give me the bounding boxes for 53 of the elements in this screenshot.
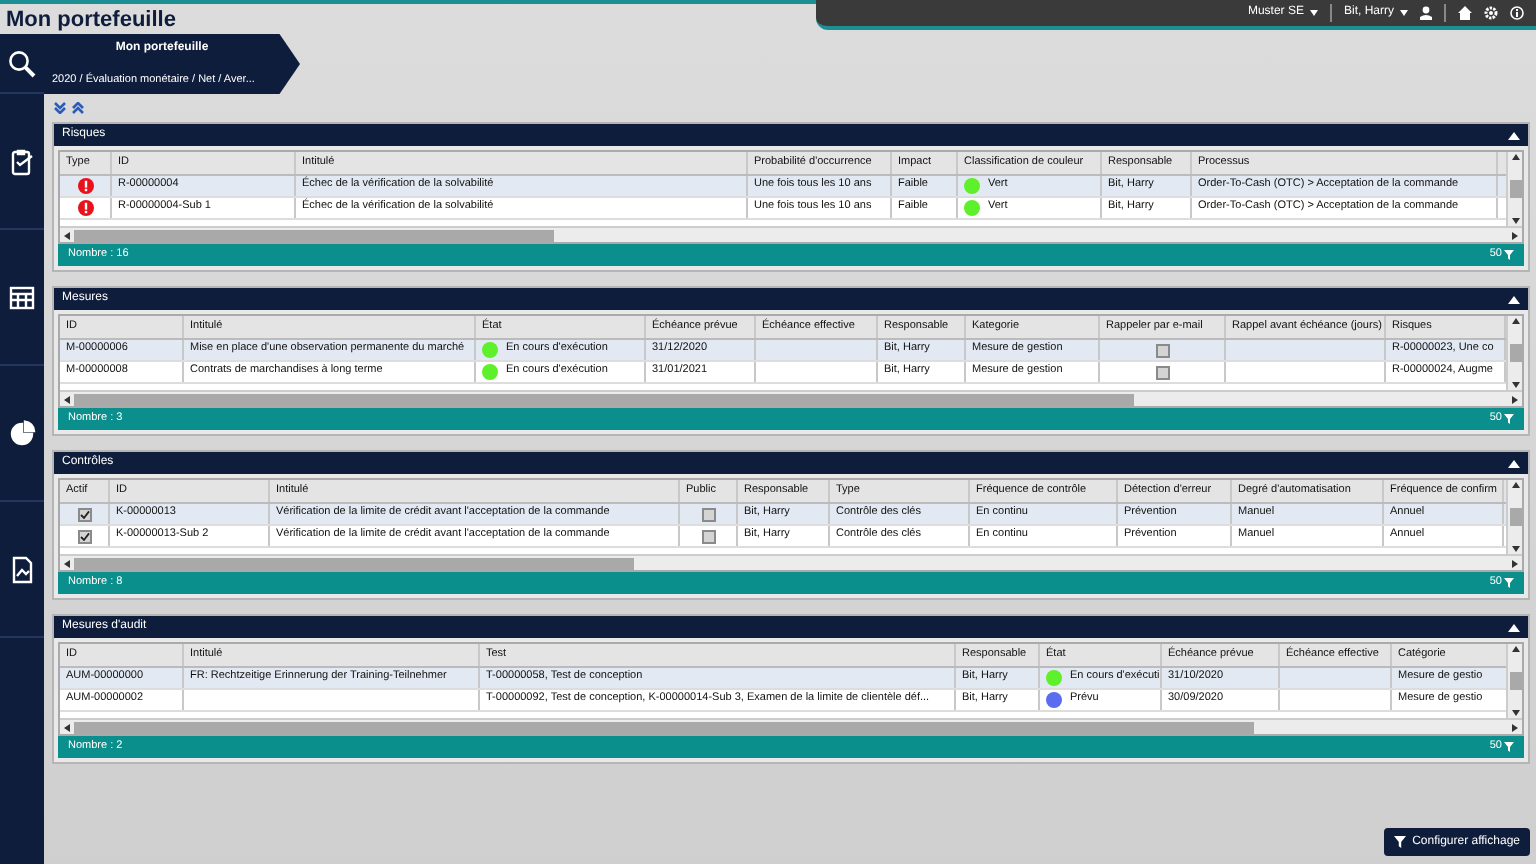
vertical-scrollbar[interactable]	[1506, 480, 1522, 554]
filter-icon[interactable]	[1504, 250, 1514, 260]
search-icon[interactable]	[8, 49, 36, 77]
expand-all-icon[interactable]	[54, 102, 66, 114]
scroll-right-icon[interactable]	[1512, 395, 1518, 403]
checkbox[interactable]	[701, 507, 715, 521]
scroll-right-icon[interactable]	[1512, 723, 1518, 731]
error-icon	[77, 200, 93, 216]
collapse-icon[interactable]	[1508, 459, 1520, 467]
home-icon[interactable]	[1458, 6, 1472, 20]
info-icon[interactable]	[1510, 6, 1524, 20]
clipboard-icon[interactable]	[8, 147, 36, 175]
vertical-scrollbar[interactable]	[1506, 644, 1522, 718]
checkbox[interactable]	[77, 507, 91, 521]
check-icon	[79, 531, 89, 541]
calendar-icon[interactable]	[8, 283, 36, 311]
filter-icon[interactable]	[1504, 742, 1514, 752]
pie-chart-icon[interactable]	[8, 419, 36, 447]
settings-icon[interactable]	[1484, 6, 1498, 20]
scroll-right-icon[interactable]	[1512, 559, 1518, 567]
collapse-icon[interactable]	[1508, 131, 1520, 139]
vertical-scrollbar[interactable]	[1506, 152, 1522, 226]
scroll-right-icon[interactable]	[1512, 231, 1518, 239]
collapse-icon[interactable]	[1508, 623, 1520, 631]
filter-icon[interactable]	[1504, 578, 1514, 588]
caret-icon	[1309, 10, 1318, 16]
page-title: Mon portefeuille	[6, 10, 176, 34]
horizontal-scrollbar[interactable]	[60, 226, 1522, 242]
checkbox[interactable]	[1155, 343, 1169, 357]
horizontal-scrollbar[interactable]	[60, 390, 1522, 406]
scroll-up-icon[interactable]	[1511, 154, 1519, 160]
user-icon[interactable]	[1420, 6, 1432, 20]
collapse-all-icon[interactable]	[72, 102, 84, 114]
scroll-up-icon[interactable]	[1511, 646, 1519, 652]
scroll-left-icon[interactable]	[64, 231, 70, 239]
scroll-left-icon[interactable]	[64, 723, 70, 731]
filter-icon[interactable]	[1504, 414, 1514, 424]
scroll-left-icon[interactable]	[64, 395, 70, 403]
document-icon[interactable]	[8, 555, 36, 583]
horizontal-scrollbar[interactable]	[60, 554, 1522, 570]
scroll-up-icon[interactable]	[1511, 318, 1519, 324]
vertical-scrollbar[interactable]	[1506, 316, 1522, 390]
horizontal-scrollbar[interactable]	[60, 718, 1522, 734]
scroll-up-icon[interactable]	[1511, 482, 1519, 488]
collapse-icon[interactable]	[1508, 295, 1520, 303]
error-icon	[77, 178, 93, 194]
checkbox[interactable]	[701, 529, 715, 543]
check-icon	[79, 509, 89, 519]
scroll-left-icon[interactable]	[64, 559, 70, 567]
checkbox[interactable]	[1155, 365, 1169, 379]
filter-icon	[1394, 836, 1407, 848]
caret-icon	[1400, 10, 1408, 16]
checkbox[interactable]	[77, 529, 91, 543]
